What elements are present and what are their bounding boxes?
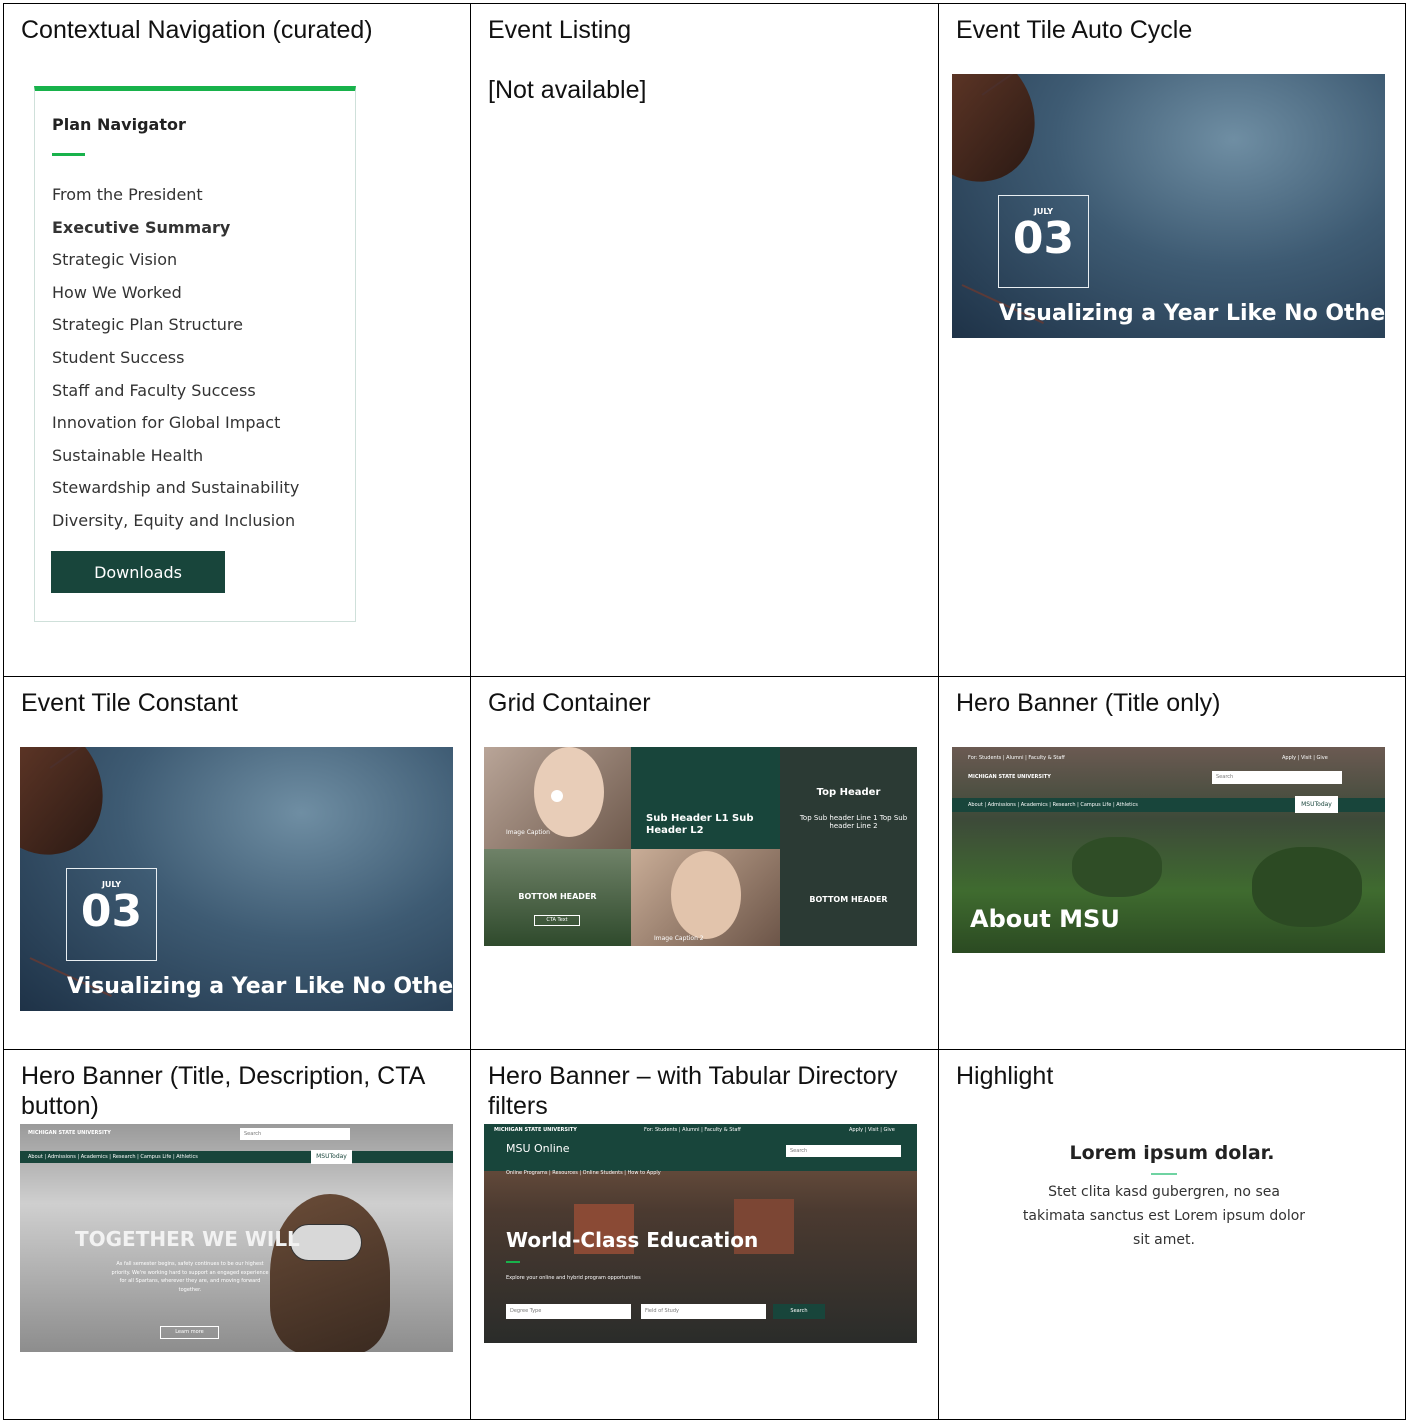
top-header-tile: Top Header Top Sub header Line 1 Top Sub…: [780, 747, 917, 946]
cell-title: Hero Banner – with Tabular Directory fil…: [488, 1062, 898, 1120]
field-of-study-select[interactable]: Field of Study: [641, 1304, 766, 1319]
play-icon[interactable]: [551, 790, 563, 802]
cell-hero-filters: Hero Banner – with Tabular Directory fil…: [470, 1049, 939, 1420]
main-nav-links[interactable]: About | Admissions | Academics | Researc…: [28, 1154, 198, 1160]
nav-item-innovation[interactable]: Innovation for Global Impact: [52, 413, 299, 446]
site-name[interactable]: MSU Online: [506, 1142, 570, 1155]
nav-item-strategic-vision[interactable]: Strategic Vision: [52, 250, 299, 283]
event-date-box: JULY 03: [998, 195, 1089, 288]
portrait-photo-2: Image Caption 2: [631, 849, 780, 946]
search-input[interactable]: Search: [1212, 771, 1342, 784]
msu-logo[interactable]: MICHIGAN STATE UNIVERSITY: [494, 1127, 577, 1133]
audience-links[interactable]: For: Students | Alumni | Faculty & Staff: [644, 1127, 741, 1133]
event-tile-image[interactable]: JULY 03 Visualizing a Year Like No Other: [20, 747, 453, 1011]
cell-title: Event Tile Auto Cycle: [956, 16, 1193, 44]
hero-image: MICHIGAN STATE UNIVERSITY Search About |…: [20, 1124, 453, 1352]
hero-description: As fall semester begins, safety continue…: [111, 1261, 269, 1293]
utility-links[interactable]: Apply | Visit | Give: [849, 1127, 895, 1133]
event-headline: Visualizing a Year Like No Other: [999, 301, 1385, 326]
nav-item-staff-faculty-success[interactable]: Staff and Faculty Success: [52, 381, 299, 414]
cell-event-listing: Event Listing [Not available]: [470, 3, 939, 677]
top-header: Top Header: [816, 787, 881, 798]
nav-item-from-the-president[interactable]: From the President: [52, 185, 299, 218]
msu-logo[interactable]: MICHIGAN STATE UNIVERSITY: [28, 1130, 111, 1136]
cell-hero-cta: Hero Banner (Title, Description, CTA but…: [3, 1049, 471, 1420]
hero-headline: World-Class Education: [506, 1228, 759, 1252]
nav-item-executive-summary[interactable]: Executive Summary: [52, 218, 299, 251]
utility-links[interactable]: Apply | Visit | Give: [1282, 755, 1328, 761]
downloads-button[interactable]: Downloads: [51, 551, 225, 593]
learn-more-button[interactable]: Learn more: [160, 1326, 219, 1339]
cell-grid-container: Grid Container Image Caption Sub Header …: [470, 676, 939, 1050]
main-navbar: About | Admissions | Academics | Researc…: [20, 1151, 453, 1163]
landscape-photo: BOTTOM HEADER CTA Text: [484, 849, 631, 946]
search-button[interactable]: Search: [773, 1304, 825, 1319]
event-day: 03: [80, 886, 143, 937]
cell-contextual-navigation: Contextual Navigation (curated) Plan Nav…: [3, 3, 471, 677]
cell-title: Hero Banner (Title only): [956, 689, 1221, 717]
msu-today-tab[interactable]: MSUToday: [1295, 796, 1338, 813]
face-mask: [290, 1224, 362, 1261]
cell-title: Event Tile Constant: [21, 689, 238, 717]
event-day: 03: [1012, 213, 1075, 264]
cell-hero-title-only: Hero Banner (Title only) For: Students |…: [938, 676, 1406, 1050]
plan-navigator-card: Plan Navigator From the President Execut…: [34, 86, 356, 622]
event-headline: Visualizing a Year Like No Other: [67, 974, 453, 999]
cell-title: Grid Container: [488, 689, 651, 717]
bottom-header: BOTTOM HEADER: [518, 892, 597, 901]
bottom-header-right: BOTTOM HEADER: [809, 895, 888, 904]
cell-event-tile-constant: Event Tile Constant JULY 03 Visualizing …: [3, 676, 471, 1050]
cell-title: Event Listing: [488, 16, 632, 44]
highlight-body: Stet clita kasd gubergren, no sea takima…: [1022, 1184, 1306, 1248]
cta-button[interactable]: CTA Text: [534, 915, 580, 926]
nav-item-strategic-plan-structure[interactable]: Strategic Plan Structure: [52, 315, 299, 348]
nav-item-stewardship[interactable]: Stewardship and Sustainability: [52, 478, 299, 511]
main-nav-links[interactable]: About | Admissions | Academics | Researc…: [968, 802, 1138, 808]
msu-today-tab[interactable]: MSUToday: [311, 1150, 352, 1164]
hero-headline: About MSU: [970, 905, 1120, 933]
image-caption: Image Caption: [506, 829, 550, 836]
hero-subtext: Explore your online and hybrid program o…: [506, 1275, 641, 1281]
hero-headline: TOGETHER WE WILL: [75, 1227, 300, 1251]
sub-header-text: Sub Header L1 Sub Header L2: [646, 813, 754, 836]
accent-rule: [52, 153, 85, 156]
highlight-rule: [1151, 1173, 1177, 1175]
event-date-box: JULY 03: [66, 868, 157, 961]
cell-title: Contextual Navigation (curated): [21, 16, 373, 44]
audience-links[interactable]: For: Students | Alumni | Faculty & Staff: [968, 755, 1065, 761]
highlight-heading: Lorem ipsum dolar.: [1069, 1142, 1275, 1164]
degree-type-select[interactable]: Degree Type: [506, 1304, 631, 1319]
cell-title: Highlight: [956, 1062, 1054, 1090]
hero-image: For: Students | Alumni | Faculty & Staff…: [952, 747, 1385, 953]
nav-item-student-success[interactable]: Student Success: [52, 348, 299, 381]
msu-logo[interactable]: MICHIGAN STATE UNIVERSITY: [968, 774, 1051, 780]
cell-title: Hero Banner (Title, Description, CTA but…: [21, 1062, 424, 1120]
top-sub-header: Top Sub header Line 1 Top Sub header Lin…: [799, 814, 908, 830]
search-input[interactable]: Search: [240, 1128, 350, 1140]
nav-item-sustainable-health[interactable]: Sustainable Health: [52, 446, 299, 479]
sub-header-tile: Sub Header L1 Sub Header L2: [631, 747, 780, 849]
plan-navigator-list: From the President Executive Summary Str…: [52, 185, 299, 544]
search-input[interactable]: Search: [786, 1145, 901, 1157]
nav-item-diversity[interactable]: Diversity, Equity and Inclusion: [52, 511, 299, 544]
image-caption-2: Image Caption 2: [654, 935, 704, 942]
cell-highlight: Highlight Lorem ipsum dolar. Stet clita …: [938, 1049, 1406, 1420]
spartan-statue: [270, 1194, 390, 1352]
cell-event-tile-auto-cycle: Event Tile Auto Cycle JULY 03 Visualizin…: [938, 3, 1406, 677]
main-nav-links[interactable]: Online Programs | Resources | Online Stu…: [506, 1170, 661, 1176]
plan-navigator-title: Plan Navigator: [52, 115, 186, 134]
event-tile-image[interactable]: JULY 03 Visualizing a Year Like No Other: [952, 74, 1385, 338]
nav-item-how-we-worked[interactable]: How We Worked: [52, 283, 299, 316]
not-available-text: [Not available]: [488, 76, 647, 104]
portrait-photo: Image Caption: [484, 747, 631, 849]
grid-container-preview: Image Caption Sub Header L1 Sub Header L…: [484, 747, 917, 946]
hero-image: MICHIGAN STATE UNIVERSITY For: Students …: [484, 1124, 917, 1343]
components-table: Contextual Navigation (curated) Plan Nav…: [3, 3, 1406, 1420]
